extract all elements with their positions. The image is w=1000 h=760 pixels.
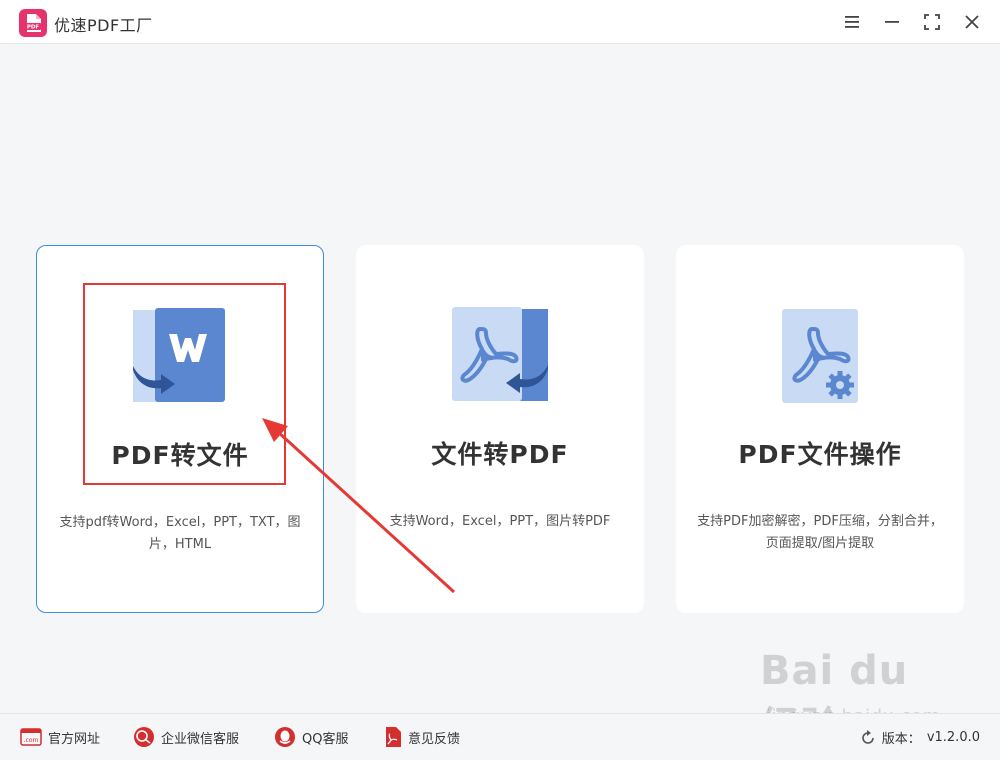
pdf-to-word-icon [133,308,225,402]
version-info[interactable]: 版本： v1.2.0.0 [860,728,980,747]
card-title: 文件转PDF [431,440,569,469]
card-title: PDF文件操作 [738,440,902,469]
card-description: 支持pdf转Word，Excel，PPT，TXT，图片，HTML [59,515,301,552]
title-bar: PDF 优速PDF工厂 [0,0,1000,44]
card-description: 支持Word，Excel，PPT，图片转PDF [389,514,611,529]
feedback-icon [386,727,401,747]
footer-bar: .com 官方网址 企业微信客服 QQ客服 意见反馈 版本： v1.2.0.0 [0,713,1000,760]
refresh-icon [862,729,874,744]
website-icon-text: .com [24,737,39,744]
pdf-logo-icon: PDF [19,9,47,37]
file-to-pdf-icon [452,307,548,401]
feedback-link[interactable]: 意见反馈 [384,726,460,748]
card-description: 支持PDF加密解密，PDF压缩，分割合并，页面提取/图片提取 [697,514,943,551]
footer-link-label: 企业微信客服 [161,731,240,747]
logo-text: PDF [27,25,40,31]
website-icon: .com [20,728,42,746]
maximize-icon [924,14,940,30]
card-file-to-pdf[interactable]: 文件转PDF 支持Word，Excel，PPT，图片转PDF [356,245,644,613]
minimize-button[interactable] [880,10,904,34]
footer-link-label: 官方网址 [48,731,101,747]
card-pdf-to-file[interactable]: PDF转文件 支持pdf转Word，Excel，PPT，TXT，图片，HTML [36,245,324,613]
official-website-link[interactable]: .com 官方网址 [20,726,100,748]
card-pdf-operations[interactable]: PDF文件操作 支持PDF加密解密，PDF压缩，分割合并，页面提取/图片提取 [676,245,964,613]
qq-icon [275,727,295,747]
version-label: 版本： [881,732,921,747]
wechat-work-icon [134,727,154,747]
gear-icon [826,371,854,399]
pdf-operation-icon [782,309,858,403]
minimize-icon [885,21,899,23]
menu-icon [845,16,859,28]
maximize-button[interactable] [920,10,944,34]
app-title: 优速PDF工厂 [54,16,153,35]
close-button[interactable] [960,10,984,34]
close-icon [965,15,979,29]
qq-support-link[interactable]: QQ客服 [274,726,348,748]
wechat-work-support-link[interactable]: 企业微信客服 [133,726,239,748]
card-title: PDF转文件 [111,441,249,470]
footer-link-label: 意见反馈 [408,731,461,747]
menu-button[interactable] [840,10,864,34]
version-value: v1.2.0.0 [926,730,980,745]
footer-link-label: QQ客服 [302,731,349,747]
